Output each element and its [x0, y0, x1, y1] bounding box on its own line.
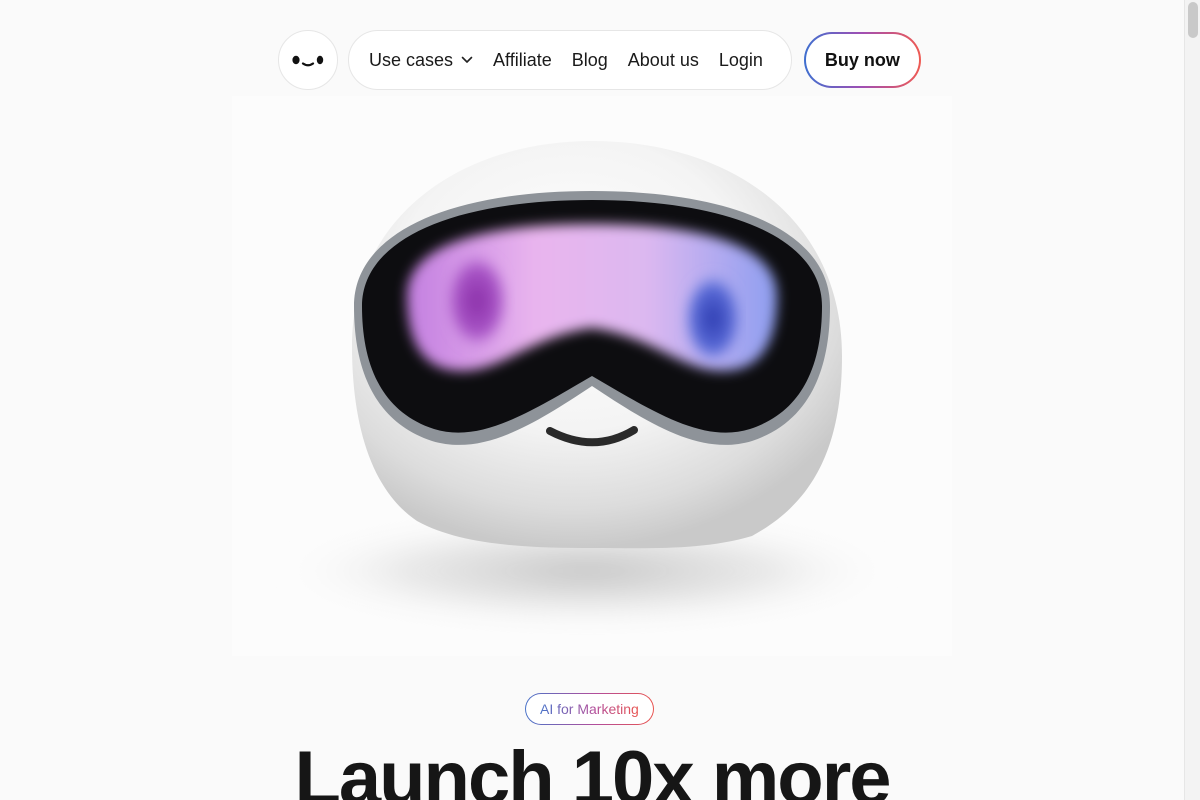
nav-affiliate[interactable]: Affiliate: [483, 50, 562, 71]
robot-face-icon: [292, 55, 324, 67]
nav-use-cases-label: Use cases: [369, 49, 454, 70]
nav-login[interactable]: Login: [709, 50, 773, 71]
hero-headline: Launch 10x more: [294, 736, 891, 800]
hero-image: [232, 96, 952, 656]
robot-with-vr-visor-illustration: [277, 141, 897, 626]
nav-affiliate-label: Affiliate: [493, 49, 552, 70]
nav-login-label: Login: [718, 49, 763, 70]
buy-now-label: Buy now: [805, 34, 919, 86]
site-header: Use cases Affiliate Blog About us Login …: [278, 30, 921, 90]
nav-about-us[interactable]: About us: [618, 50, 709, 71]
scrollbar-thumb[interactable]: [1188, 2, 1198, 38]
nav-blog[interactable]: Blog: [562, 50, 618, 71]
category-badge-label: AI for Marketing: [540, 701, 639, 717]
chevron-down-icon: [461, 56, 473, 63]
page-scrollbar[interactable]: [1184, 0, 1200, 800]
main-nav: Use cases Affiliate Blog About us Login: [348, 30, 792, 90]
buy-now-button[interactable]: Buy now: [803, 32, 921, 88]
page: Use cases Affiliate Blog About us Login …: [0, 0, 1200, 800]
nav-about-us-label: About us: [627, 49, 699, 70]
nav-blog-label: Blog: [571, 49, 608, 70]
category-badge: AI for Marketing: [525, 693, 654, 725]
nav-use-cases[interactable]: Use cases: [369, 50, 483, 71]
logo-button[interactable]: [278, 30, 338, 90]
